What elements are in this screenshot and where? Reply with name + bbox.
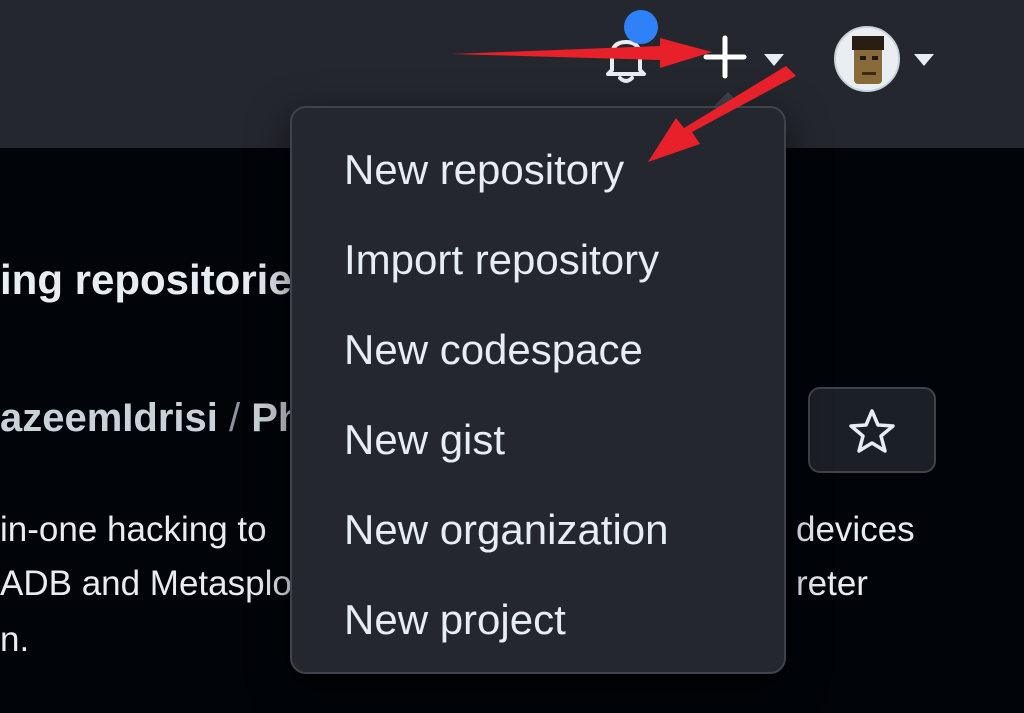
repo-description-line: n. bbox=[0, 620, 30, 659]
plus-icon bbox=[703, 35, 747, 79]
caret-down-icon bbox=[764, 54, 784, 66]
menu-item-new-gist[interactable]: New gist bbox=[344, 400, 764, 480]
notification-indicator bbox=[624, 10, 658, 44]
star-button[interactable] bbox=[808, 387, 936, 473]
section-heading: ing repositorie bbox=[0, 256, 292, 303]
menu-item-new-project[interactable]: New project bbox=[344, 580, 764, 660]
repo-separator: / bbox=[217, 396, 252, 440]
create-new-menu: New repository Import repository New cod… bbox=[290, 106, 786, 674]
create-new-dropdown-caret[interactable] bbox=[760, 50, 788, 70]
caret-down-icon bbox=[914, 54, 934, 66]
repo-description-line: in-one hacking to bbox=[0, 510, 267, 549]
menu-item-import-repository[interactable]: Import repository bbox=[344, 220, 764, 300]
avatar-image bbox=[836, 28, 898, 90]
repo-description-line: reter bbox=[796, 564, 868, 603]
user-menu-caret[interactable] bbox=[910, 50, 938, 70]
repo-title[interactable]: azeemIdrisi / Ph bbox=[0, 396, 302, 441]
repo-owner-link[interactable]: azeemIdrisi bbox=[0, 396, 218, 440]
menu-item-new-repository[interactable]: New repository bbox=[344, 130, 764, 210]
user-avatar[interactable] bbox=[834, 26, 900, 92]
create-new-button[interactable] bbox=[700, 32, 750, 82]
repo-description-line: devices bbox=[796, 510, 915, 549]
menu-item-new-codespace[interactable]: New codespace bbox=[344, 310, 764, 390]
star-icon bbox=[849, 409, 895, 453]
repo-description-line: ADB and Metasplo bbox=[0, 564, 292, 603]
menu-item-new-organization[interactable]: New organization bbox=[344, 490, 764, 570]
